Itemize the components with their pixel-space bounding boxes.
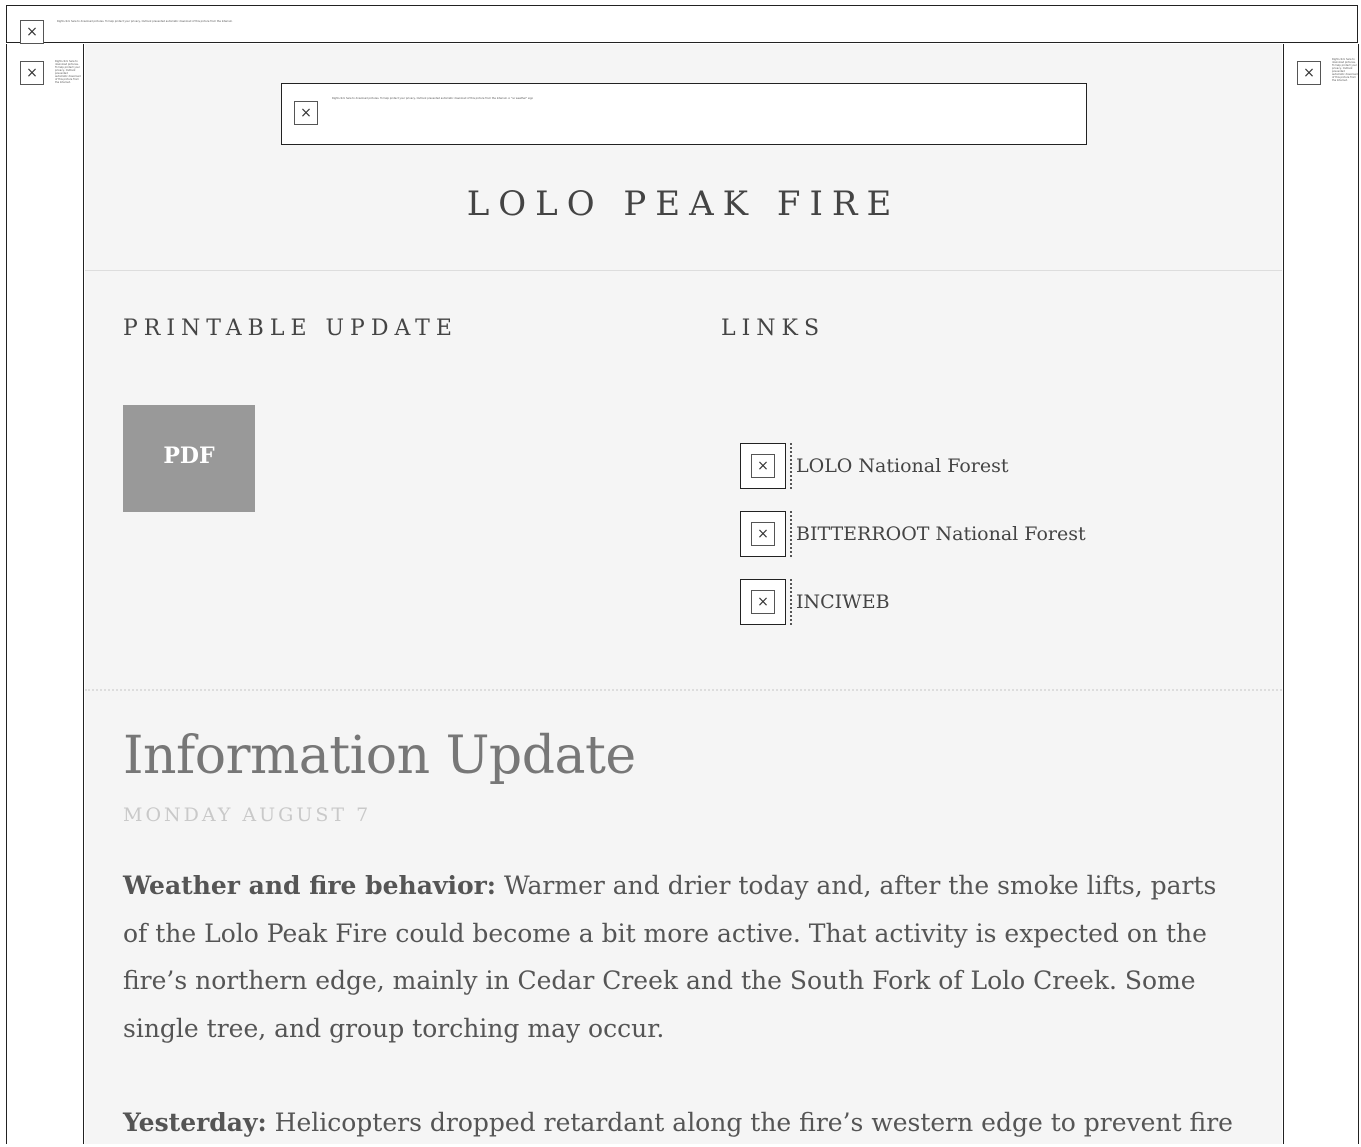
broken-image-icon[interactable]: × (740, 443, 786, 489)
paragraph-lead: Yesterday: (123, 1108, 267, 1137)
close-glyph: × (751, 522, 775, 546)
article-date: MONDAY AUGUST 7 (123, 804, 372, 826)
broken-image-icon[interactable]: × (20, 20, 44, 44)
header-alt-text: Right-click here to download pictures. T… (332, 97, 534, 100)
close-glyph: × (751, 454, 775, 478)
article-paragraph: Weather and fire behavior: Warmer and dr… (123, 862, 1248, 1052)
pdf-download-button[interactable]: PDF (123, 405, 255, 512)
divider (85, 689, 1282, 691)
broken-image-icon[interactable]: × (294, 101, 318, 125)
top-banner-image-placeholder: × Right-click here to download pictures.… (6, 5, 1358, 44)
article-title: Information Update (123, 726, 636, 786)
header-image-placeholder: × Right-click here to download pictures.… (281, 83, 1087, 145)
banner-alt-text: Right-click here to download pictures. T… (57, 20, 233, 23)
printable-update-heading: PRINTABLE UPDATE (123, 316, 458, 341)
paragraph-text: Helicopters dropped retardant along the … (266, 1108, 1233, 1137)
link-inciweb[interactable]: × INCIWEB (740, 579, 890, 625)
link-label[interactable]: INCIWEB (790, 579, 890, 625)
links-heading: LINKS (721, 316, 826, 341)
link-label[interactable]: LOLO National Forest (790, 443, 1009, 489)
paragraph-lead: Weather and fire behavior: (123, 871, 497, 900)
broken-image-icon[interactable]: × (1297, 61, 1321, 85)
broken-image-icon[interactable]: × (20, 61, 44, 85)
link-label[interactable]: BITTERROOT National Forest (790, 511, 1086, 557)
left-alt-text: Right-click here to download pictures. T… (55, 60, 81, 84)
right-alt-text: Right-click here to download pictures. T… (1332, 58, 1358, 82)
link-lolo-national-forest[interactable]: × LOLO National Forest (740, 443, 1009, 489)
site-title: LOLO PEAK FIRE (466, 184, 901, 224)
article-paragraph: Yesterday: Helicopters dropped retardant… (123, 1099, 1248, 1147)
right-side-image-placeholder: × Right-click here to download pictures.… (1283, 44, 1359, 1144)
divider (85, 270, 1282, 271)
broken-image-icon[interactable]: × (740, 511, 786, 557)
main-content: × Right-click here to download pictures.… (85, 44, 1282, 1144)
left-side-image-placeholder: × Right-click here to download pictures.… (6, 44, 84, 1144)
link-bitterroot-national-forest[interactable]: × BITTERROOT National Forest (740, 511, 1086, 557)
broken-image-icon[interactable]: × (740, 579, 786, 625)
close-glyph: × (751, 590, 775, 614)
